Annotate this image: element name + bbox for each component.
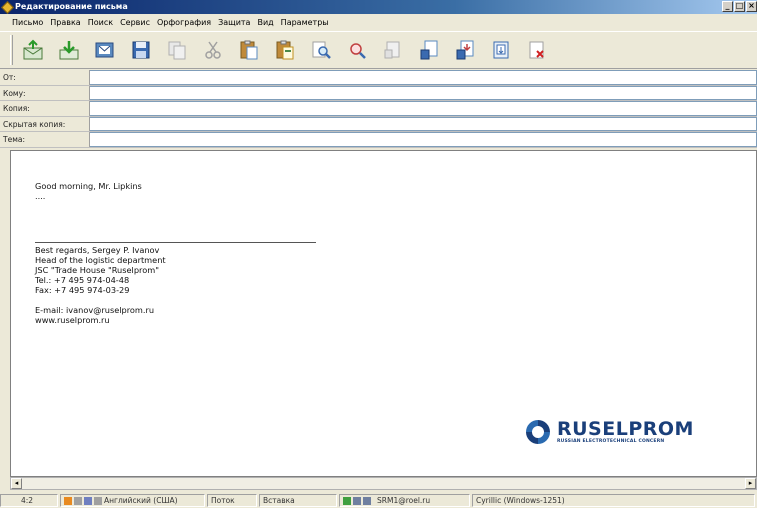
logo-name: RUSELPROM [557,418,694,440]
ellipsis: .... [35,191,46,201]
horizontal-scrollbar[interactable]: ◂ ▸ [10,477,757,490]
from-label: От: [0,70,90,85]
toolbar-grip[interactable] [10,35,13,65]
from-row: От: [0,70,757,86]
paste-special-button[interactable] [273,38,297,62]
bcc-label: Скрытая копия: [0,116,90,131]
send-button[interactable] [21,38,45,62]
toolbar [0,31,757,69]
paste-special-icon [276,40,294,60]
signature-position: Head of the logistic department [35,255,166,265]
to-row: Кому: [0,85,757,101]
signature-regards: Best regards, Sergey P. Ivanov [35,245,160,255]
template-button[interactable] [489,38,513,62]
cursor-position: 4:2 [0,494,58,507]
title-bar: Редактирование письма _ □ × [0,0,757,14]
window-title: Редактирование письма [15,2,128,11]
copy-icon [168,41,186,60]
signature-web: www.ruselprom.ru [35,315,110,325]
keyboard-icon [64,496,72,505]
menu-bar: Письмо Правка Поиск Сервис Орфография За… [0,14,757,31]
insert-icon [384,41,400,59]
save-icon [132,41,150,59]
maximize-button[interactable]: □ [734,1,745,12]
bcc-row: Скрытая копия: [0,116,757,132]
menu-service[interactable]: Сервис [120,18,150,27]
cc-row: Копия: [0,101,757,117]
signature-divider [35,242,316,243]
menu-letter[interactable]: Письмо [12,18,43,27]
greeting: Good morning, Mr. Lipkins [35,181,142,191]
save-button[interactable] [129,38,153,62]
cc-label: Копия: [0,101,90,116]
signature-company: JSC "Trade House "Ruselprom" [35,265,159,275]
delete-icon [529,41,544,59]
ruselprom-logo: RUSELPROM RUSSIAN ELECTROTECHNICAL CONCE… [523,417,694,447]
attach-icon [420,40,438,60]
menu-spelling[interactable]: Орфография [157,18,211,27]
bcc-field[interactable] [90,116,757,131]
connection-icon [343,496,351,505]
minimize-button[interactable]: _ [722,1,733,12]
signature-fax: Fax: +7 495 974-03-29 [35,285,130,295]
list-icon [84,496,92,505]
menu-settings[interactable]: Параметры [281,18,329,27]
status-bar: 4:2 Английский (США) Поток Вставка SRM1@… [0,493,757,508]
language-label[interactable]: Английский (США) [104,495,178,506]
close-button[interactable]: × [746,1,757,12]
receive-button[interactable] [57,38,81,62]
find-icon [312,41,331,59]
account-label: SRM1@roel.ru [377,496,431,505]
subject-field[interactable] [90,132,757,147]
message-headers: От: Кому: Копия: Скрытая копия: Тема: [0,70,757,148]
menu-edit[interactable]: Правка [50,18,80,27]
menu-protection[interactable]: Защита [218,18,250,27]
paste-icon [240,40,258,60]
signature-tel: Tel.: +7 495 974-04-48 [35,275,130,285]
language-panel: Английский (США) [60,494,205,507]
message-body-editor[interactable]: Good morning, Mr. Lipkins .... Best rega… [10,150,757,477]
mail-button[interactable] [93,38,117,62]
signature-email: E-mail: ivanov@ruselprom.ru [35,305,155,315]
mail-icon [95,42,114,58]
to-label: Кому: [0,85,90,100]
subject-label: Тема: [0,132,90,147]
paste-button[interactable] [237,38,261,62]
network-icon [363,496,371,505]
attach-button[interactable] [417,38,441,62]
cc-field[interactable] [90,101,757,116]
ruselprom-emblem-icon [526,420,550,444]
download-icon [59,41,79,60]
spellcheck-icon [94,496,102,505]
app-icon [1,0,14,14]
account-panel: SRM1@roel.ru [339,494,470,507]
template-icon [493,41,509,59]
message-text: Good morning, Mr. Lipkins .... [35,181,142,201]
format-icon [74,496,82,505]
find-next-button[interactable] [345,38,369,62]
copy-button[interactable] [165,38,189,62]
insert-button[interactable] [381,38,405,62]
subject-row: Тема: [0,132,757,148]
delete-button[interactable] [525,38,549,62]
scroll-right-button[interactable]: ▸ [745,478,756,489]
menu-view[interactable]: Вид [257,18,273,27]
find-button[interactable] [309,38,333,62]
sync-icon [353,496,361,505]
signature: Best regards, Sergey P. Ivanov Head of t… [35,245,166,325]
attach-down-icon [456,40,474,60]
from-field[interactable] [90,70,757,85]
attach-down-button[interactable] [453,38,477,62]
encoding-label[interactable]: Cyrillic (Windows-1251) [472,494,755,507]
find-next-icon [350,43,366,59]
insert-mode: Вставка [259,494,337,507]
scroll-left-button[interactable]: ◂ [11,478,22,489]
cut-button[interactable] [201,38,225,62]
flow-mode: Поток [207,494,257,507]
to-field[interactable] [90,85,757,100]
send-icon [23,39,43,60]
cut-icon [205,41,221,59]
menu-search[interactable]: Поиск [88,18,113,27]
